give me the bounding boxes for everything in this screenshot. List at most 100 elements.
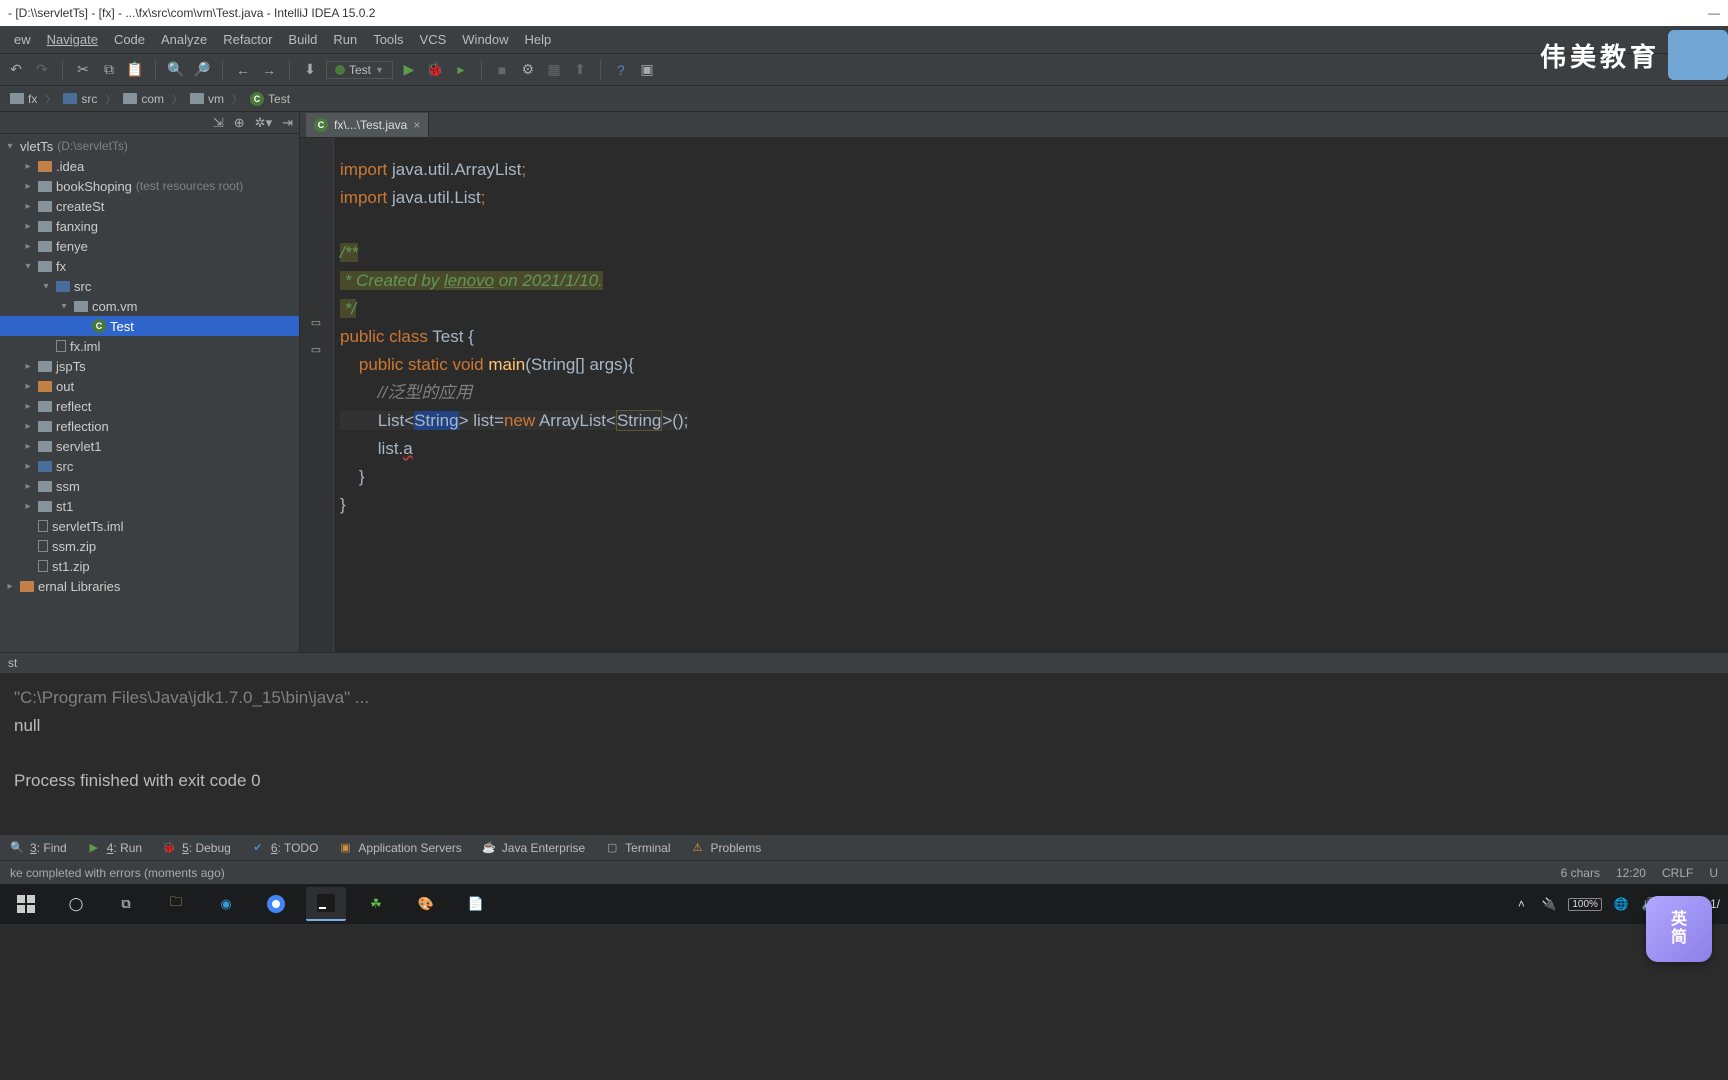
status-encoding[interactable]: U xyxy=(1709,866,1718,880)
tree-row[interactable]: ▸ reflection xyxy=(0,416,299,436)
tool-window-todo[interactable]: ✔6: TODO xyxy=(251,841,319,855)
menu-item[interactable]: Window xyxy=(454,32,516,47)
tool-window-appservers[interactable]: ▣Application Servers xyxy=(338,841,461,855)
chevron-right-icon: 〉 xyxy=(105,91,115,106)
gear-icon[interactable]: ✲▾ xyxy=(255,115,272,131)
tree-row[interactable]: ▸ reflect xyxy=(0,396,299,416)
find-icon[interactable]: 🔍 xyxy=(166,60,186,80)
copy-icon[interactable]: ⧉ xyxy=(99,60,119,80)
breadcrumb-item[interactable]: fx xyxy=(6,90,41,108)
structure-icon[interactable]: ▦ xyxy=(544,60,564,80)
status-line-sep[interactable]: CRLF xyxy=(1662,866,1693,880)
wechat-icon[interactable]: ☘ xyxy=(356,887,396,921)
minimize-icon[interactable]: — xyxy=(1708,6,1720,20)
tree-row[interactable]: ▸ ernal Libraries xyxy=(0,576,299,596)
menu-item[interactable]: Run xyxy=(325,32,365,47)
paste-icon[interactable]: 📋 xyxy=(125,60,145,80)
breadcrumb-item[interactable]: com xyxy=(119,90,168,108)
undo-icon[interactable]: ↶ xyxy=(6,60,26,80)
tree-row[interactable]: fx.iml xyxy=(0,336,299,356)
close-icon[interactable]: × xyxy=(413,118,420,132)
tree-row[interactable]: ▸ .idea xyxy=(0,156,299,176)
hide-icon[interactable]: ⇥ xyxy=(282,115,293,131)
run-config-select[interactable]: Test ▼ xyxy=(326,61,393,79)
tree-row[interactable]: ▾ src xyxy=(0,276,299,296)
replace-icon[interactable]: 🔎 xyxy=(192,60,212,80)
menu-item[interactable]: Build xyxy=(280,32,325,47)
debug-icon[interactable]: 🐞 xyxy=(425,60,445,80)
tray-expand-icon[interactable]: ˄ xyxy=(1512,895,1530,913)
tree-row[interactable]: ▸ out xyxy=(0,376,299,396)
tree-row[interactable]: ▸ ssm xyxy=(0,476,299,496)
intellij-icon[interactable] xyxy=(306,887,346,921)
back-icon[interactable]: ← xyxy=(233,60,253,80)
chrome-icon[interactable] xyxy=(256,887,296,921)
gutter-mark-icon[interactable]: ▭ xyxy=(308,341,324,357)
run-icon[interactable]: ▶ xyxy=(399,60,419,80)
tree-row[interactable]: ▸ bookShoping (test resources root) xyxy=(0,176,299,196)
power-icon[interactable]: 🔌 xyxy=(1540,895,1558,913)
breadcrumb-item[interactable]: vm xyxy=(186,90,228,108)
tool-window-find[interactable]: 🔍3: Find xyxy=(10,841,67,855)
floating-badge[interactable]: 英 简 xyxy=(1646,896,1712,962)
menu-item[interactable]: ew xyxy=(6,32,39,47)
tree-row[interactable]: ssm.zip xyxy=(0,536,299,556)
battery-status[interactable]: 100% xyxy=(1568,898,1602,911)
tool-window-terminal[interactable]: ▢Terminal xyxy=(605,841,670,855)
sdk-icon[interactable]: ⬆ xyxy=(570,60,590,80)
tree-row[interactable]: ▸ jspTs xyxy=(0,356,299,376)
menu-item[interactable]: Navigate xyxy=(39,32,106,47)
notepad-icon[interactable]: 📄 xyxy=(456,887,496,921)
tool-window-problems[interactable]: ⚠Problems xyxy=(691,841,762,855)
tree-row[interactable]: ▸ src xyxy=(0,456,299,476)
redo-icon[interactable]: ↷ xyxy=(32,60,52,80)
forward-icon[interactable]: → xyxy=(259,60,279,80)
menu-item[interactable]: VCS xyxy=(412,32,455,47)
start-button[interactable] xyxy=(6,887,46,921)
menu-item[interactable]: Help xyxy=(517,32,560,47)
gutter-mark-icon[interactable]: ▭ xyxy=(308,314,324,330)
tree-row[interactable]: ▸ fenye xyxy=(0,236,299,256)
network-icon[interactable]: 🌐 xyxy=(1612,895,1630,913)
taskview-icon[interactable]: ⧉ xyxy=(106,887,146,921)
collapse-icon[interactable]: ⇲ xyxy=(213,115,224,131)
explorer-icon[interactable]: 🗀 xyxy=(156,887,196,921)
todo-icon: ✔ xyxy=(251,841,265,855)
editor-tab[interactable]: C fx\...\Test.java × xyxy=(306,113,429,137)
tree-row[interactable]: servletTs.iml xyxy=(0,516,299,536)
status-chars: 6 chars xyxy=(1561,866,1600,880)
tree-row[interactable]: ▾ fx xyxy=(0,256,299,276)
tool-window-java-ee[interactable]: ☕Java Enterprise xyxy=(482,841,585,855)
app-icon[interactable]: ◉ xyxy=(206,887,246,921)
tree-row[interactable]: ▸ st1 xyxy=(0,496,299,516)
target-icon[interactable]: ⊕ xyxy=(234,115,245,131)
paint-icon[interactable]: 🎨 xyxy=(406,887,446,921)
editor-body[interactable]: ▭ ▭ import java.util.ArrayList; import j… xyxy=(300,138,1728,652)
menu-item[interactable]: Refactor xyxy=(215,32,280,47)
help-icon[interactable]: ? xyxy=(611,60,631,80)
tree-row[interactable]: st1.zip xyxy=(0,556,299,576)
breadcrumb-item[interactable]: src xyxy=(59,90,101,108)
coverage-icon[interactable]: ▸ xyxy=(451,60,471,80)
tree-row[interactable]: C Test xyxy=(0,316,299,336)
settings-icon[interactable]: ⚙ xyxy=(518,60,538,80)
tree-row[interactable]: ▸ fanxing xyxy=(0,216,299,236)
tool-window-run[interactable]: ▶4: Run xyxy=(87,841,142,855)
make-icon[interactable]: ⬇ xyxy=(300,60,320,80)
run-console[interactable]: "C:\Program Files\Java\jdk1.7.0_15\bin\j… xyxy=(0,674,1728,834)
capture-icon[interactable]: ▣ xyxy=(637,60,657,80)
tree-row[interactable]: ▸ servlet1 xyxy=(0,436,299,456)
menu-item[interactable]: Tools xyxy=(365,32,411,47)
tool-window-debug[interactable]: 🐞5: Debug xyxy=(162,841,231,855)
menu-item[interactable]: Analyze xyxy=(153,32,215,47)
menu-item[interactable]: Code xyxy=(106,32,153,47)
tree-row[interactable]: ▾ com.vm xyxy=(0,296,299,316)
cortana-icon[interactable]: ◯ xyxy=(56,887,96,921)
code-area[interactable]: import java.util.ArrayList; import java.… xyxy=(334,138,1728,652)
run-caption[interactable]: st xyxy=(0,652,1728,674)
breadcrumb-item[interactable]: CTest xyxy=(246,90,294,108)
stop-icon[interactable]: ■ xyxy=(492,60,512,80)
cut-icon[interactable]: ✂ xyxy=(73,60,93,80)
tree-row-root[interactable]: ▾vletTs (D:\servletTs) xyxy=(0,136,299,156)
tree-row[interactable]: ▸ createSt xyxy=(0,196,299,216)
